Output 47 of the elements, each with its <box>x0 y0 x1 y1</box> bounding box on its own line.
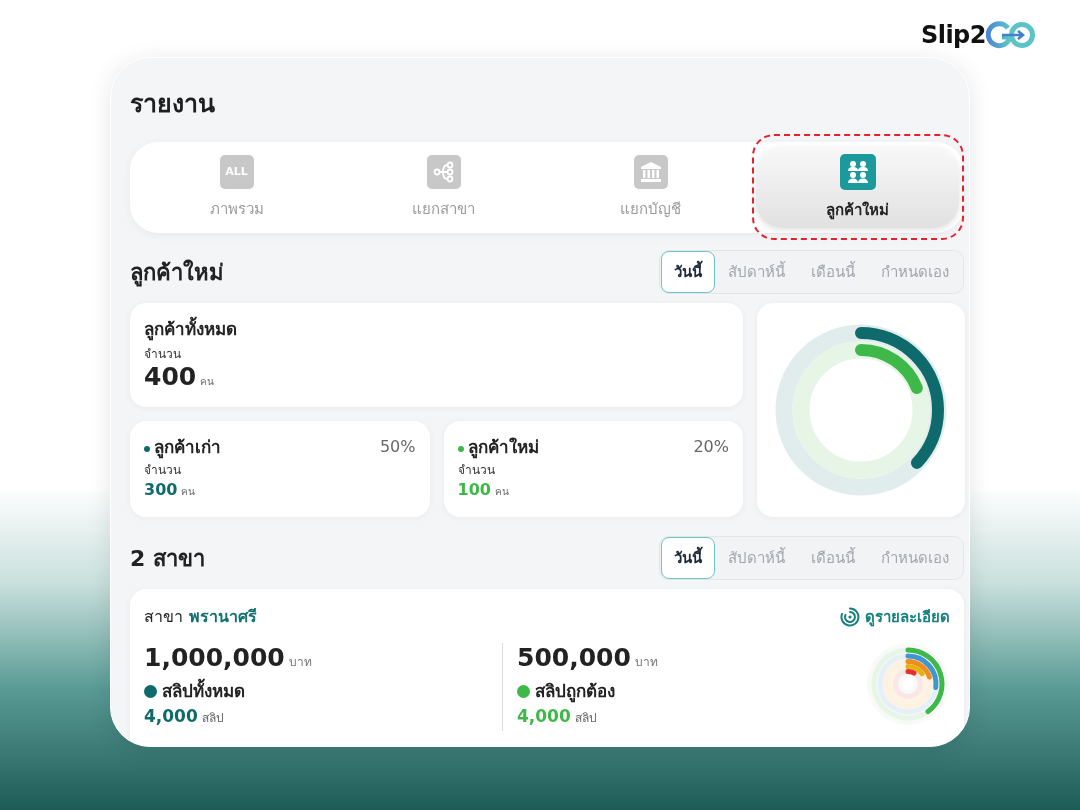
count-label: จำนวน <box>144 462 181 479</box>
unit-label: คน <box>494 485 509 499</box>
count-value: 300 <box>144 479 178 501</box>
period-tab[interactable]: เดือนนี้ <box>798 251 868 293</box>
logo-rings-icon <box>986 21 1036 49</box>
unit-label: คน <box>200 375 215 389</box>
report-tab[interactable]: แยกสาขา <box>342 147 545 228</box>
page-title: รายงาน <box>130 88 215 120</box>
branch-name: พรานาศรี <box>189 606 257 628</box>
unit-label: คน <box>181 485 196 499</box>
currency-label: บาท <box>634 654 658 671</box>
brand-name: Slip2 <box>920 23 986 47</box>
count-label: จำนวน <box>144 346 181 363</box>
count-value: 100 <box>457 479 491 501</box>
branch-label: สาขา <box>144 606 183 628</box>
percent-label: 50% <box>379 436 416 458</box>
count-label: จำนวน <box>457 462 495 479</box>
card-title: ลูกค้าทั้งหมด <box>144 317 237 341</box>
details-link[interactable]: ดูรายละเอียด <box>840 605 950 629</box>
count-value: 4,000 <box>144 705 198 727</box>
period-tab[interactable]: วันนี้ <box>661 537 715 579</box>
stat-label: สลิปถูกต้อง <box>535 680 615 703</box>
period-tab[interactable]: สัปดาห์นี้ <box>715 537 798 579</box>
users-icon <box>839 153 876 190</box>
period-tab[interactable]: วันนี้ <box>661 251 715 293</box>
spiral-icon <box>840 607 860 627</box>
count-value: 4,000 <box>517 705 571 727</box>
period-tab[interactable]: สัปดาห์นี้ <box>715 251 798 293</box>
report-tab[interactable]: แยกบัญชี <box>549 147 752 228</box>
unit-label: สลิป <box>574 710 597 727</box>
stat-label: สลิปทั้งหมด <box>162 679 245 703</box>
percent-label: 20% <box>693 436 729 458</box>
period-tab[interactable]: เดือนนี้ <box>798 537 868 579</box>
amount-value: 500,000 <box>517 643 631 673</box>
card-title: ลูกค้าใหม่ <box>467 436 539 459</box>
unit-label: สลิป <box>201 710 224 727</box>
share-nodes-icon <box>426 154 461 189</box>
section-title: 2 สาขา <box>130 544 205 573</box>
currency-label: บาท <box>288 654 312 671</box>
count-value: 400 <box>144 363 197 391</box>
section-title: ลูกค้าใหม่ <box>130 258 224 289</box>
period-tab[interactable]: กำหนดเอง <box>868 251 962 293</box>
report-tab[interactable]: ลูกค้าใหม่ <box>756 147 959 228</box>
card-title: ลูกค้าเก่า <box>154 436 221 459</box>
bank-icon <box>633 154 668 189</box>
period-tab[interactable]: กำหนดเอง <box>868 537 962 579</box>
amount-value: 1,000,000 <box>144 643 285 673</box>
